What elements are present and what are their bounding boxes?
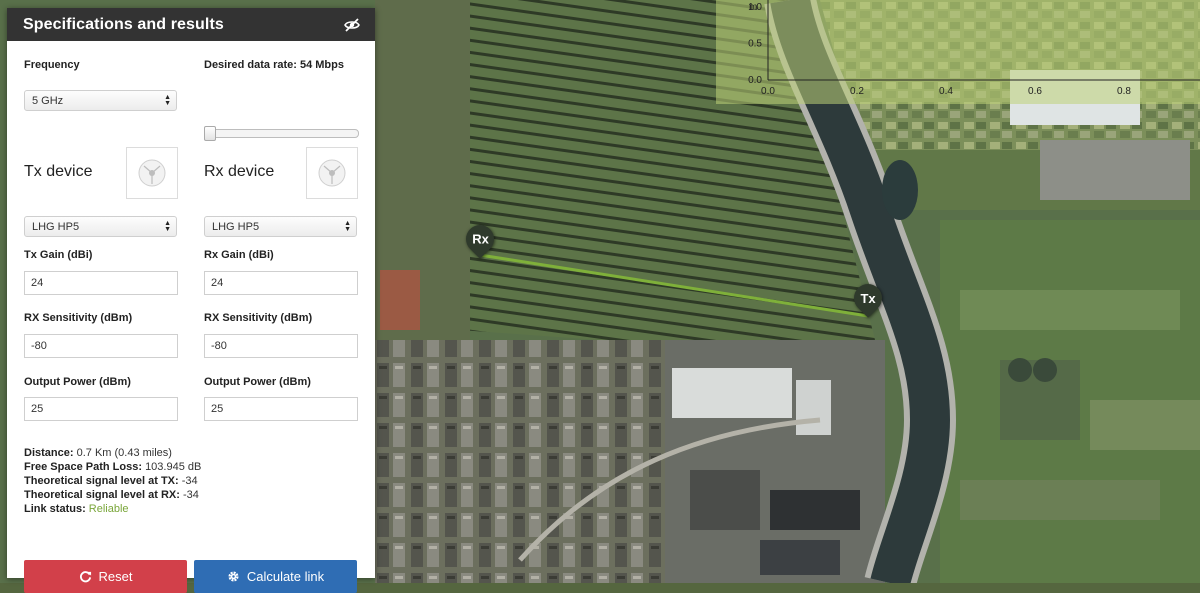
tx-device-title: Tx device bbox=[24, 163, 93, 180]
rx-device-image bbox=[306, 147, 358, 199]
distance-value: 0.7 Km (0.43 miles) bbox=[76, 447, 172, 459]
signal-tx-result: Theoretical signal level at TX: -34 bbox=[24, 475, 198, 487]
tx-gain-label: Tx Gain (dBi) bbox=[24, 249, 93, 261]
rx-marker-label: Rx bbox=[471, 231, 489, 247]
x-tick-label: 0.8 bbox=[1117, 86, 1131, 97]
elevation-profile-chart: m 0.0 0.5 1.0 0.0 0.2 0.4 0.6 0.8 bbox=[716, 0, 1200, 104]
calculate-label: Calculate link bbox=[246, 569, 325, 584]
rx-sensitivity-label: RX Sensitivity (dBm) bbox=[204, 312, 313, 324]
elevation-chart-svg: m 0.00.51.0 0.0 0.2 0.4 0.6 0.8 bbox=[748, 0, 1200, 97]
rx-sensitivity-input[interactable]: -80 bbox=[204, 334, 358, 358]
link-status-label: Link status: bbox=[24, 503, 86, 515]
rx-power-input[interactable]: 25 bbox=[204, 397, 358, 421]
select-arrows-icon: ▲ ▼ bbox=[164, 93, 171, 107]
tx-power-input[interactable]: 25 bbox=[24, 397, 178, 421]
rx-power-label: Output Power (dBm) bbox=[204, 376, 311, 388]
signal-tx-value: -34 bbox=[181, 475, 198, 487]
fspl-label: Free Space Path Loss: bbox=[24, 461, 142, 473]
tx-device-value: LHG HP5 bbox=[32, 220, 80, 233]
fspl-result: Free Space Path Loss: 103.945 dB bbox=[24, 461, 201, 473]
antenna-dish-icon bbox=[318, 159, 346, 187]
data-rate-label: Desired data rate: 54 Mbps bbox=[204, 59, 344, 71]
signal-rx-result: Theoretical signal level at RX: -34 bbox=[24, 489, 199, 501]
rx-device-title: Rx device bbox=[204, 163, 275, 180]
frequency-value: 5 GHz bbox=[32, 94, 64, 107]
tx-marker-label: Tx bbox=[860, 290, 876, 306]
panel-title: Specifications and results bbox=[23, 15, 224, 33]
x-tick-label: 0.4 bbox=[939, 86, 953, 97]
distance-label: Distance: bbox=[24, 447, 74, 459]
rx-gain-label: Rx Gain (dBi) bbox=[204, 249, 274, 261]
y-tick-label: 1.0 bbox=[748, 2, 762, 13]
signal-rx-value: -34 bbox=[182, 489, 199, 501]
select-arrows-icon: ▲ ▼ bbox=[164, 219, 171, 233]
tx-sensitivity-label: RX Sensitivity (dBm) bbox=[24, 312, 133, 324]
calculate-link-button[interactable]: Calculate link bbox=[194, 560, 357, 593]
select-arrows-icon: ▲ ▼ bbox=[344, 219, 351, 233]
x-tick-label: 0.2 bbox=[850, 86, 864, 97]
data-rate-slider[interactable] bbox=[204, 126, 359, 141]
eye-slash-icon[interactable] bbox=[344, 17, 360, 32]
tx-device-image bbox=[126, 147, 178, 199]
tx-sensitivity-input[interactable]: -80 bbox=[24, 334, 178, 358]
link-status-value: Reliable bbox=[88, 503, 129, 515]
reset-label: Reset bbox=[98, 569, 133, 584]
frequency-label: Frequency bbox=[24, 59, 80, 71]
link-status-result: Link status: Reliable bbox=[24, 503, 129, 515]
antenna-dish-icon bbox=[138, 159, 166, 187]
signal-tx-label: Theoretical signal level at TX: bbox=[24, 475, 179, 487]
rx-device-select[interactable]: LHG HP5 ▲ ▼ bbox=[204, 216, 357, 237]
signal-rx-label: Theoretical signal level at RX: bbox=[24, 489, 180, 501]
data-rate-slider-thumb[interactable] bbox=[204, 126, 216, 141]
tx-device-select[interactable]: LHG HP5 ▲ ▼ bbox=[24, 216, 177, 237]
panel-header: Specifications and results bbox=[7, 8, 375, 41]
gear-icon bbox=[228, 571, 239, 582]
reset-button[interactable]: Reset bbox=[24, 560, 187, 593]
y-tick-label: 0.5 bbox=[748, 39, 762, 50]
rx-gain-input[interactable]: 24 bbox=[204, 271, 358, 295]
tx-gain-input[interactable]: 24 bbox=[24, 271, 178, 295]
specifications-panel: Specifications and results Frequency 5 G… bbox=[7, 8, 375, 593]
y-tick-label: 0.0 bbox=[748, 75, 762, 86]
tx-power-label: Output Power (dBm) bbox=[24, 376, 131, 388]
x-tick-label: 0.6 bbox=[1028, 86, 1042, 97]
fspl-value: 103.945 dB bbox=[145, 461, 202, 473]
refresh-icon bbox=[79, 571, 91, 583]
x-tick-label: 0.0 bbox=[761, 86, 775, 97]
distance-result: Distance: 0.7 Km (0.43 miles) bbox=[24, 447, 172, 459]
rx-device-value: LHG HP5 bbox=[212, 220, 260, 233]
frequency-select[interactable]: 5 GHz ▲ ▼ bbox=[24, 90, 177, 111]
